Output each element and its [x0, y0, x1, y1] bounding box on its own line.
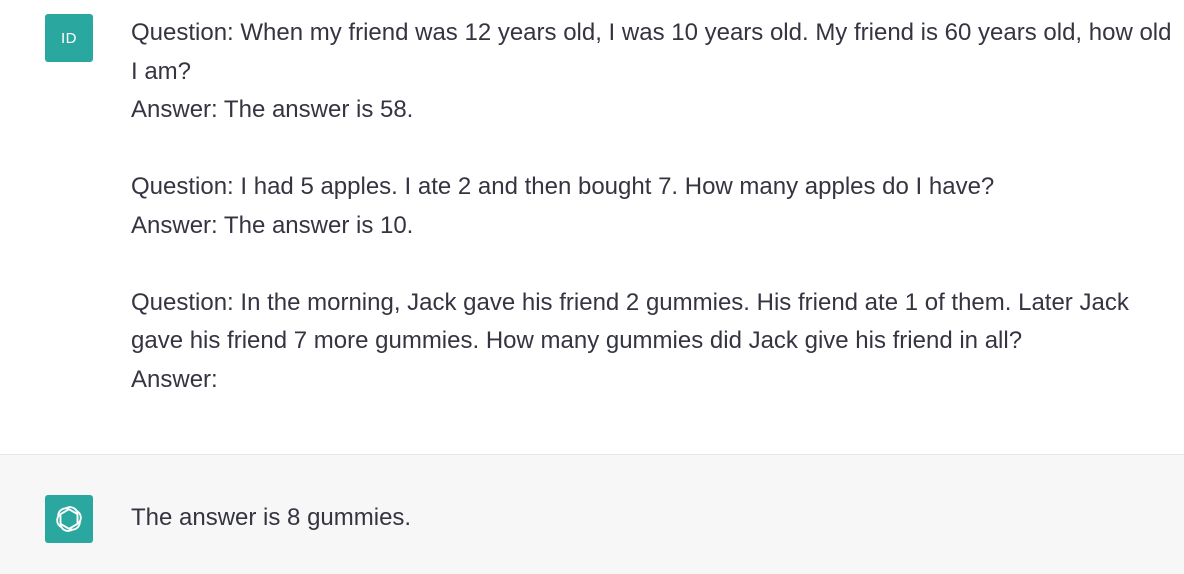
- question-text: Question: I had 5 apples. I ate 2 and th…: [131, 173, 995, 200]
- answer-text: Answer:: [131, 365, 218, 393]
- question-text: Question: In the morning, Jack gave his …: [131, 288, 1129, 355]
- user-message-text[interactable]: Question: When my friend was 12 years ol…: [131, 14, 1174, 399]
- answer-text: Answer: The answer is 10.: [131, 211, 414, 239]
- assistant-message-text[interactable]: The answer is 8 gummies.: [131, 499, 1174, 538]
- user-avatar: ID: [45, 14, 93, 62]
- question-text: Question: When my friend was 12 years ol…: [131, 19, 1172, 85]
- prompt-block-3: Question: In the morning, Jack gave his …: [131, 284, 1174, 400]
- prompt-block-2: Question: I had 5 apples. I ate 2 and th…: [131, 168, 1174, 245]
- answer-text: Answer: The answer is 58.: [131, 96, 414, 123]
- prompt-block-1: Question: When my friend was 12 years ol…: [131, 14, 1174, 130]
- openai-logo-icon: [45, 495, 93, 543]
- assistant-message: The answer is 8 gummies.: [0, 454, 1184, 574]
- user-message: ID Question: When my friend was 12 years…: [0, 0, 1184, 454]
- chat-thread: ID Question: When my friend was 12 years…: [0, 0, 1184, 574]
